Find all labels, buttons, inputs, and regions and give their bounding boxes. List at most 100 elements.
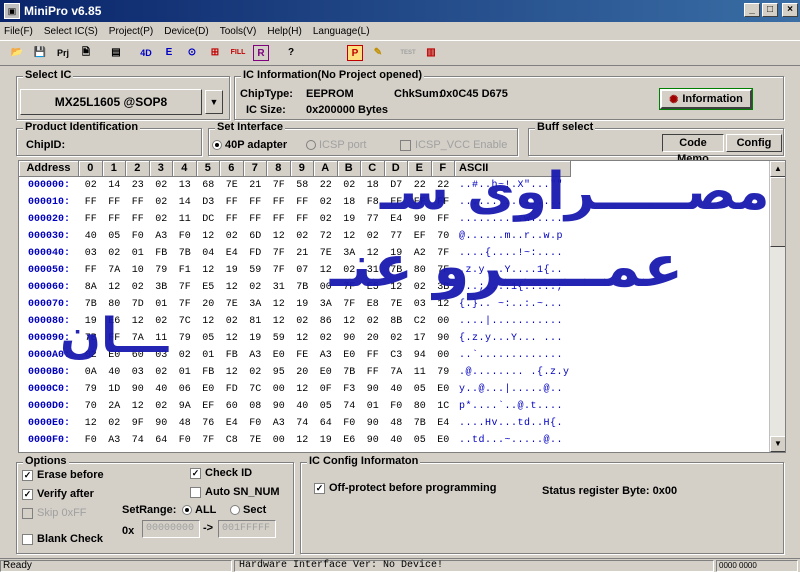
hex-byte-cell[interactable]: 79 [173,330,197,347]
hex-byte-cell[interactable]: 7F [197,432,221,449]
hex-byte-cell[interactable]: 7A [103,262,127,279]
hex-byte-cell[interactable]: 12 [197,228,221,245]
menu-project[interactable]: Project(P) [109,26,153,37]
hex-byte-cell[interactable]: 64 [314,415,338,432]
hex-byte-cell[interactable]: E0 [314,364,338,381]
hex-byte-cell[interactable]: 7E [220,296,244,313]
hex-byte-cell[interactable]: EF [197,398,221,415]
hex-byte-cell[interactable]: 7F [267,177,291,194]
information-button[interactable]: ✺ Information [659,88,753,110]
dropdown-arrow-icon[interactable]: ▼ [205,90,223,114]
fill-button[interactable]: FILL [227,42,249,64]
hex-byte-cell[interactable]: FF [79,211,103,228]
hex-byte-cell[interactable]: 12 [291,432,315,449]
hex-byte-cell[interactable]: 90 [361,415,385,432]
hex-byte-cell[interactable]: 02 [385,330,409,347]
menu-select-ic[interactable]: Select IC(S) [44,26,98,37]
hex-byte-cell[interactable]: C3 [385,347,409,364]
verify-after-checkbox[interactable]: ✓ Verify after [22,488,94,500]
range-sect-radio[interactable]: Sect [230,504,266,516]
hex-byte-cell[interactable]: A3 [150,228,174,245]
hex-byte-cell[interactable]: 59 [267,330,291,347]
hex-byte-cell[interactable]: 7B [338,364,362,381]
hex-byte-cell[interactable]: 02 [103,415,127,432]
hex-byte-cell[interactable]: F0 [126,228,150,245]
hex-byte-cell[interactable]: 90 [361,381,385,398]
range-end-input[interactable]: 001FFFFF [218,520,276,538]
program-button[interactable]: R [250,42,272,64]
hex-row[interactable]: 0000E0: 12 02 9F 90 48 76 E4 F0 A3 74 64 F0 90 48 7B E4.… [19,415,571,432]
range-all-radio[interactable]: ALL [182,504,216,516]
hex-byte-cell[interactable]: 14 [173,194,197,211]
menu-help[interactable]: Help(H) [267,26,301,37]
hex-byte-cell[interactable]: 02 [150,364,174,381]
hex-byte-cell[interactable]: 40 [103,364,127,381]
hex-byte-cell[interactable]: F3 [338,381,362,398]
hex-byte-cell[interactable]: 02 [103,245,127,262]
hex-byte-cell[interactable]: 02 [150,194,174,211]
maximize-button[interactable]: □ [762,3,778,17]
hex-byte-cell[interactable]: FF [79,262,103,279]
hex-byte-cell[interactable]: E0 [432,432,456,449]
hex-byte-cell[interactable]: 12 [220,364,244,381]
scroll-down-icon[interactable]: ▼ [770,436,785,452]
hex-byte-cell[interactable]: F0 [173,432,197,449]
hex-byte-cell[interactable]: F0 [338,415,362,432]
hex-byte-cell[interactable]: 12 [291,330,315,347]
hex-byte-cell[interactable]: 7F [267,262,291,279]
auto-button[interactable]: P [344,42,366,64]
hex-byte-cell[interactable]: 7B [291,279,315,296]
hex-byte-cell[interactable]: E4 [432,415,456,432]
hex-byte-cell[interactable]: 00 [267,432,291,449]
hex-byte-cell[interactable]: 90 [126,381,150,398]
hex-byte-cell[interactable]: 68 [197,177,221,194]
hex-byte-cell[interactable]: 7C [173,313,197,330]
hex-byte-cell[interactable]: 79 [79,381,103,398]
hex-byte-cell[interactable]: 7F [173,296,197,313]
chip-save-button[interactable]: ▤ [105,42,127,64]
hex-byte-cell[interactable]: 02 [244,364,268,381]
check-icsp-vcc[interactable]: ICSP_VCC Enable [400,139,507,151]
hex-byte-cell[interactable]: 20 [361,330,385,347]
hex-row[interactable]: 0000D0: 70 2A 12 02 9A EF 60 08 90 40 05 74 01 F0 80 1C p… [19,398,571,415]
scroll-thumb[interactable] [770,177,785,247]
hex-byte-cell[interactable]: FF [126,194,150,211]
hex-byte-cell[interactable]: 40 [79,228,103,245]
hex-byte-cell[interactable]: 7E [220,177,244,194]
hex-byte-cell[interactable]: 90 [338,330,362,347]
hex-byte-cell[interactable]: 7E [244,432,268,449]
scroll-up-icon[interactable]: ▲ [770,161,785,177]
hex-byte-cell[interactable]: 12 [267,296,291,313]
hex-byte-cell[interactable]: 08 [244,398,268,415]
hex-row[interactable]: 0000B0: 0A 40 03 02 01 FB 12 02 95 20 E0 7B FF 7A 11 79.… [19,364,571,381]
hex-byte-cell[interactable]: FF [126,211,150,228]
blank-check-button[interactable]: ⊙ [181,42,203,64]
hex-byte-cell[interactable]: 02 [79,177,103,194]
hex-byte-cell[interactable]: 02 [338,177,362,194]
hex-byte-cell[interactable]: F1 [173,262,197,279]
hex-byte-cell[interactable]: 06 [173,381,197,398]
hex-byte-cell[interactable]: 40 [385,381,409,398]
hex-byte-cell[interactable]: C2 [408,313,432,330]
hex-byte-cell[interactable]: 7F [267,245,291,262]
hex-byte-cell[interactable]: 12 [291,381,315,398]
hex-byte-cell[interactable]: 02 [361,313,385,330]
hex-byte-cell[interactable]: 64 [150,432,174,449]
menu-language[interactable]: Language(L) [313,26,370,37]
hex-byte-cell[interactable]: 79 [150,262,174,279]
hex-byte-cell[interactable]: 03 [126,364,150,381]
hex-byte-cell[interactable]: 48 [173,415,197,432]
hex-byte-cell[interactable]: 19 [291,296,315,313]
hex-byte-cell[interactable]: FF [103,211,127,228]
code-memo-tab[interactable]: Code Memo [662,134,724,165]
hex-byte-cell[interactable]: 13 [173,177,197,194]
hex-byte-cell[interactable]: DC [197,211,221,228]
hex-byte-cell[interactable]: 02 [150,398,174,415]
hex-byte-cell[interactable]: 02 [173,347,197,364]
hex-byte-cell[interactable]: 9F [126,415,150,432]
hex-byte-cell[interactable]: 00 [432,347,456,364]
range-start-input[interactable]: 00000000 [142,520,200,538]
hex-byte-cell[interactable]: FF [220,211,244,228]
hex-byte-cell[interactable]: 7A [385,364,409,381]
hex-byte-cell[interactable]: 19 [314,432,338,449]
